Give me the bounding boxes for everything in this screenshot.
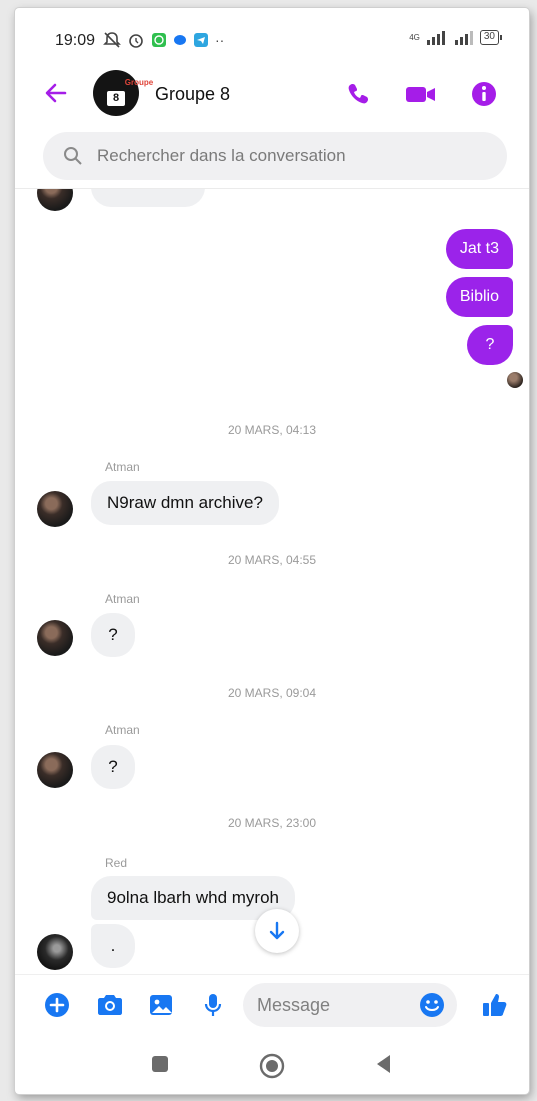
image-icon[interactable]	[147, 991, 175, 1019]
read-receipt-avatar	[507, 372, 523, 388]
status-bar: 19:09 ·· 4G 30	[15, 8, 529, 64]
group-avatar[interactable]: Groupe 8	[93, 70, 153, 116]
timestamp: 20 MARS, 04:55	[227, 553, 317, 567]
telegram-icon	[194, 33, 208, 47]
incoming-message-bubble[interactable]: ?	[91, 745, 135, 789]
system-navigation-bar	[15, 1034, 529, 1094]
group-avatar-line2: 8	[107, 91, 125, 106]
message-text: .	[110, 936, 116, 955]
sender-avatar[interactable]	[37, 620, 73, 656]
message-text: N9raw dmn archive?	[107, 493, 263, 512]
recents-icon[interactable]	[148, 1052, 172, 1076]
timestamp: 20 MARS, 04:13	[227, 423, 317, 437]
message-text: Jat t3	[459, 240, 499, 257]
arrow-left-icon[interactable]	[43, 80, 69, 106]
outgoing-message-bubble[interactable]: Biblio	[445, 277, 513, 317]
back-nav-icon[interactable]	[372, 1052, 396, 1076]
camera-icon[interactable]	[95, 991, 125, 1019]
status-time: 19:09	[55, 32, 96, 49]
message-text: ?	[485, 336, 495, 353]
sender-avatar[interactable]	[37, 752, 73, 788]
timestamp: 20 MARS, 09:04	[227, 686, 317, 700]
timestamp: 20 MARS, 23:00	[227, 816, 317, 830]
video-camera-icon[interactable]	[404, 80, 438, 108]
message-composer	[15, 974, 529, 1034]
battery-indicator: 30	[479, 30, 503, 45]
message-text: ?	[108, 625, 118, 644]
emoji-icon[interactable]	[419, 992, 445, 1018]
message-list[interactable]: Jat t3 Biblio ? 20 MARS, 04:13 Atman N9r…	[15, 189, 529, 972]
sender-name: Atman	[105, 460, 140, 474]
phone-screen: 19:09 ·· 4G 30 Groupe 8 Groupe 8 Recherc…	[15, 8, 529, 1094]
signal-2-icon	[454, 30, 473, 45]
incoming-message-bubble[interactable]: N9raw dmn archive?	[91, 481, 279, 525]
sender-name: Red	[105, 856, 128, 870]
more-notifications-icon: ··	[215, 32, 225, 48]
search-icon	[64, 147, 82, 165]
message-text: 9olna lbarh whd myroh	[107, 888, 279, 907]
outgoing-message-bubble[interactable]: ?	[467, 325, 513, 365]
conversation-search[interactable]	[43, 132, 507, 180]
scroll-to-bottom-button[interactable]	[255, 909, 299, 953]
alarm-icon	[129, 34, 143, 48]
sender-avatar[interactable]	[37, 934, 73, 970]
microphone-icon[interactable]	[199, 991, 227, 1019]
message-box[interactable]	[243, 983, 457, 1027]
messenger-icon	[174, 35, 186, 45]
sender-name: Atman	[105, 723, 140, 737]
message-text: ?	[108, 757, 118, 776]
group-name[interactable]: Groupe 8	[155, 84, 230, 105]
signal-icon	[426, 30, 445, 45]
conversation-header: Groupe 8 Groupe 8	[15, 64, 529, 124]
arrow-down-icon	[269, 921, 285, 940]
notification-icons: ··	[103, 30, 224, 50]
partial-message-bubble[interactable]	[91, 189, 205, 207]
thumbs-up-icon[interactable]	[481, 991, 509, 1019]
search-input[interactable]	[97, 140, 487, 172]
message-input[interactable]	[257, 989, 407, 1021]
sender-name: Atman	[105, 592, 140, 606]
incoming-message-bubble[interactable]: .	[91, 924, 135, 968]
whatsapp-icon	[152, 33, 166, 47]
plus-circle-icon[interactable]	[43, 991, 71, 1019]
message-text: Biblio	[459, 288, 499, 305]
phone-icon[interactable]	[345, 80, 373, 108]
mute-icon	[103, 32, 121, 48]
incoming-message-bubble[interactable]: ?	[91, 613, 135, 657]
info-icon[interactable]	[470, 80, 498, 108]
network-label: 4G	[409, 33, 420, 42]
home-icon[interactable]	[258, 1052, 286, 1080]
status-right: 4G 30	[409, 30, 503, 45]
sender-avatar	[37, 189, 73, 211]
outgoing-message-bubble[interactable]: Jat t3	[445, 229, 513, 269]
sender-avatar[interactable]	[37, 491, 73, 527]
